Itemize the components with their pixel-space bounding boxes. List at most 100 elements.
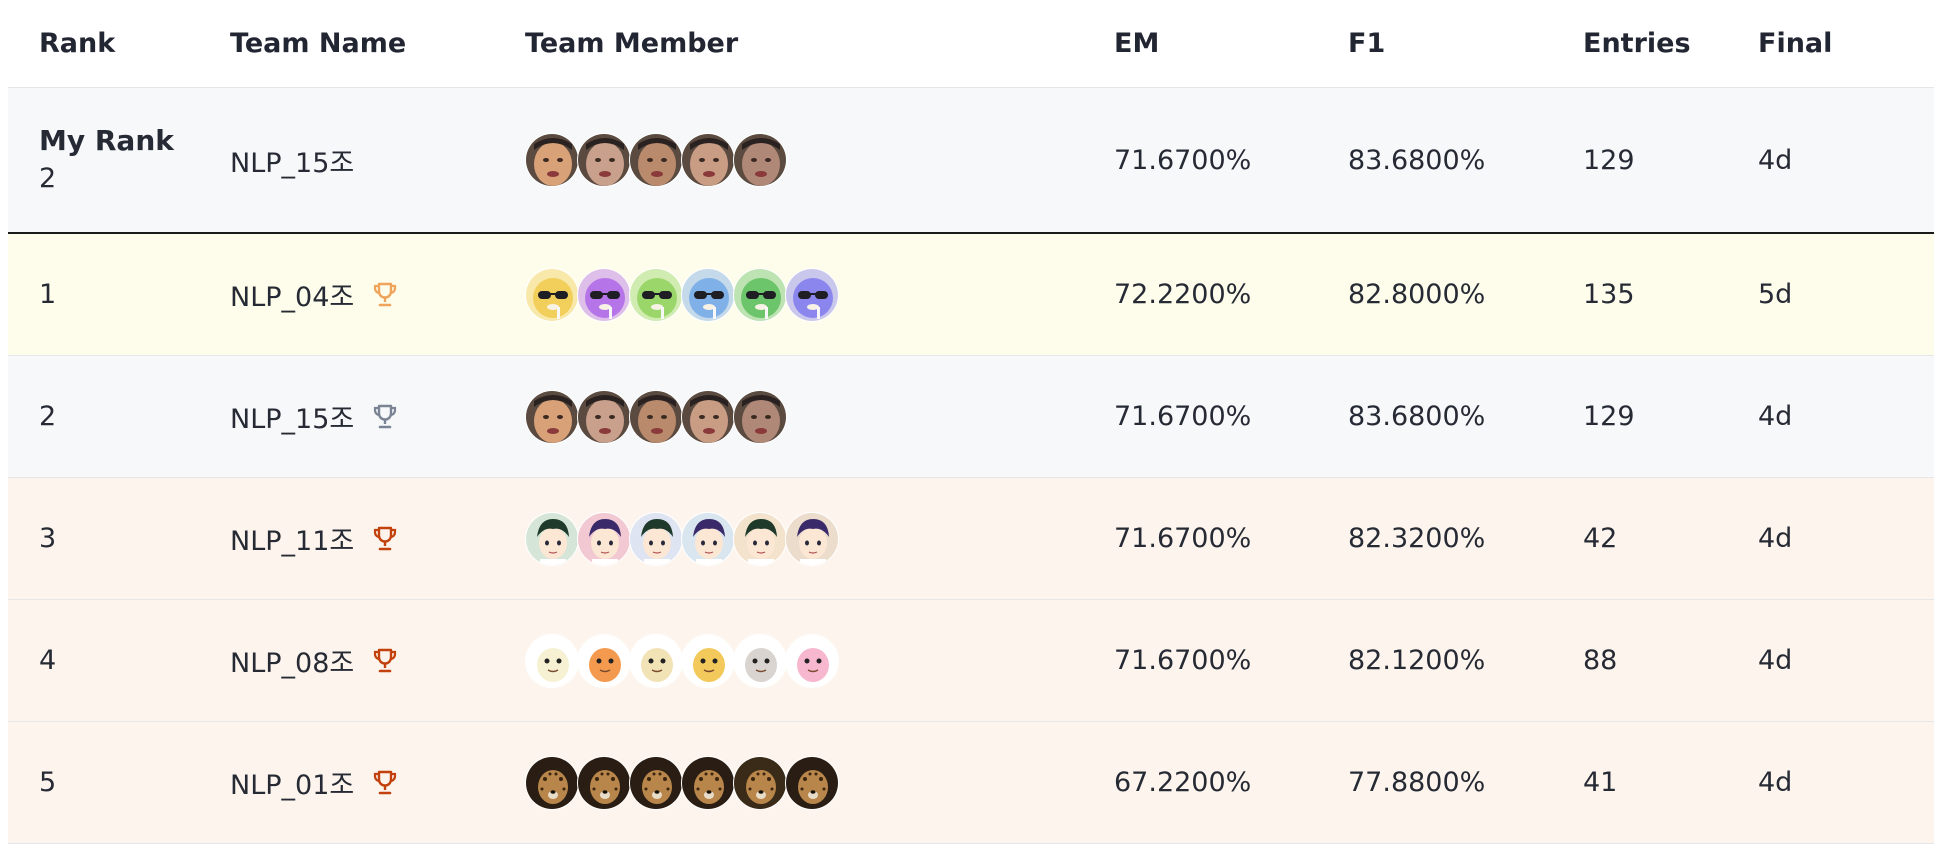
avatar[interactable] bbox=[733, 389, 787, 444]
header-f1[interactable]: F1 bbox=[1348, 28, 1385, 59]
leaderboard-table: Rank Team Name Team Member EM F1 Entries… bbox=[8, 0, 1934, 844]
header-team-name[interactable]: Team Name bbox=[230, 28, 406, 59]
my-rank-number: 2 bbox=[39, 163, 57, 194]
avatar[interactable] bbox=[525, 267, 579, 322]
avatar[interactable] bbox=[785, 267, 839, 322]
avatar[interactable] bbox=[629, 511, 683, 566]
avatar[interactable] bbox=[681, 267, 735, 322]
my-rank-label: My Rank bbox=[39, 124, 174, 157]
f1-cell: 83.6800% bbox=[1348, 401, 1486, 432]
avatar[interactable] bbox=[681, 633, 735, 688]
header-rank[interactable]: Rank bbox=[39, 28, 115, 59]
my-rank-f1: 83.6800% bbox=[1348, 144, 1486, 176]
team-name-cell: NLP_04조 bbox=[230, 275, 398, 314]
avatar[interactable] bbox=[733, 511, 787, 566]
avatar-group bbox=[525, 267, 839, 322]
entries-cell: 42 bbox=[1583, 523, 1618, 554]
team-name-cell: NLP_15조 bbox=[230, 397, 398, 436]
table-row[interactable]: 5 NLP_01조 67.2200% 77.8800% 41 4d bbox=[8, 722, 1934, 844]
avatar-group bbox=[525, 755, 839, 810]
team-name: NLP_11조 bbox=[230, 526, 355, 557]
my-rank-row[interactable]: My Rank 2 NLP_15조 71.6700% 83.6800% 129 … bbox=[8, 88, 1934, 234]
avatar[interactable] bbox=[629, 133, 683, 187]
avatar[interactable] bbox=[629, 633, 683, 688]
table-row[interactable]: 1 NLP_04조 72.2200% 82.8000% 135 5d bbox=[8, 234, 1934, 356]
em-cell: 72.2200% bbox=[1114, 279, 1252, 310]
em-cell: 67.2200% bbox=[1114, 767, 1252, 798]
avatar[interactable] bbox=[525, 389, 579, 444]
rank-cell: 4 bbox=[39, 645, 57, 676]
my-rank-cell: My Rank 2 bbox=[39, 122, 174, 198]
final-cell: 4d bbox=[1758, 767, 1793, 798]
entries-cell: 129 bbox=[1583, 401, 1635, 432]
avatar[interactable] bbox=[681, 133, 735, 187]
avatar[interactable] bbox=[525, 755, 579, 810]
final-cell: 4d bbox=[1758, 645, 1793, 676]
avatar[interactable] bbox=[785, 633, 839, 688]
f1-cell: 82.1200% bbox=[1348, 645, 1486, 676]
team-members-cell bbox=[525, 633, 839, 688]
trophy-icon bbox=[372, 281, 398, 309]
avatar[interactable] bbox=[733, 133, 787, 187]
trophy-icon bbox=[372, 403, 398, 431]
header-entries[interactable]: Entries bbox=[1583, 28, 1691, 59]
f1-cell: 82.3200% bbox=[1348, 523, 1486, 554]
avatar[interactable] bbox=[525, 633, 579, 688]
avatar[interactable] bbox=[629, 755, 683, 810]
team-name-cell: NLP_11조 bbox=[230, 519, 398, 558]
avatar[interactable] bbox=[577, 133, 631, 187]
table-row[interactable]: 4 NLP_08조 71.6700% 82.1200% 88 4d bbox=[8, 600, 1934, 722]
table-row[interactable]: 3 NLP_11조 71.6700% 82.3200% 42 4d bbox=[8, 478, 1934, 600]
avatar[interactable] bbox=[525, 511, 579, 566]
my-rank-team-name: NLP_15조 bbox=[230, 147, 355, 179]
avatar[interactable] bbox=[785, 511, 839, 566]
team-members-cell bbox=[525, 511, 839, 566]
avatar-group bbox=[525, 511, 839, 566]
team-name: NLP_01조 bbox=[230, 770, 355, 801]
avatar[interactable] bbox=[577, 633, 631, 688]
avatar[interactable] bbox=[577, 267, 631, 322]
em-cell: 71.6700% bbox=[1114, 523, 1252, 554]
avatar[interactable] bbox=[681, 755, 735, 810]
avatar[interactable] bbox=[629, 389, 683, 444]
avatar[interactable] bbox=[733, 267, 787, 322]
avatar[interactable] bbox=[577, 511, 631, 566]
rank-cell: 2 bbox=[39, 401, 57, 432]
header-team-member[interactable]: Team Member bbox=[525, 28, 738, 59]
team-name: NLP_15조 bbox=[230, 404, 355, 435]
avatar[interactable] bbox=[733, 633, 787, 688]
table-row[interactable]: 2 NLP_15조 71.6700% 83.6800% 129 4d bbox=[8, 356, 1934, 478]
rank-cell: 5 bbox=[39, 767, 57, 798]
rank-cell: 3 bbox=[39, 523, 57, 554]
f1-cell: 77.8800% bbox=[1348, 767, 1486, 798]
avatar[interactable] bbox=[785, 755, 839, 810]
final-cell: 4d bbox=[1758, 401, 1793, 432]
team-members-cell bbox=[525, 389, 787, 444]
em-cell: 71.6700% bbox=[1114, 401, 1252, 432]
avatar[interactable] bbox=[681, 511, 735, 566]
avatar[interactable] bbox=[629, 267, 683, 322]
header-final[interactable]: Final bbox=[1758, 28, 1832, 59]
header-em[interactable]: EM bbox=[1114, 28, 1159, 59]
my-rank-final: 4d bbox=[1758, 144, 1793, 176]
avatar[interactable] bbox=[577, 389, 631, 444]
team-name-cell: NLP_08조 bbox=[230, 641, 398, 680]
table-header: Rank Team Name Team Member EM F1 Entries… bbox=[8, 0, 1934, 88]
entries-cell: 41 bbox=[1583, 767, 1618, 798]
em-cell: 71.6700% bbox=[1114, 645, 1252, 676]
my-rank-team-members bbox=[525, 133, 787, 187]
trophy-icon bbox=[372, 769, 398, 797]
team-members-cell bbox=[525, 267, 839, 322]
final-cell: 5d bbox=[1758, 279, 1793, 310]
team-members-cell bbox=[525, 755, 839, 810]
avatar-group bbox=[525, 633, 839, 688]
avatar-group bbox=[525, 133, 787, 187]
avatar[interactable] bbox=[525, 133, 579, 187]
team-name-cell: NLP_01조 bbox=[230, 763, 398, 802]
trophy-icon bbox=[372, 647, 398, 675]
avatar[interactable] bbox=[733, 755, 787, 810]
avatar[interactable] bbox=[577, 755, 631, 810]
avatar[interactable] bbox=[681, 389, 735, 444]
avatar-group bbox=[525, 389, 787, 444]
trophy-icon bbox=[372, 525, 398, 553]
